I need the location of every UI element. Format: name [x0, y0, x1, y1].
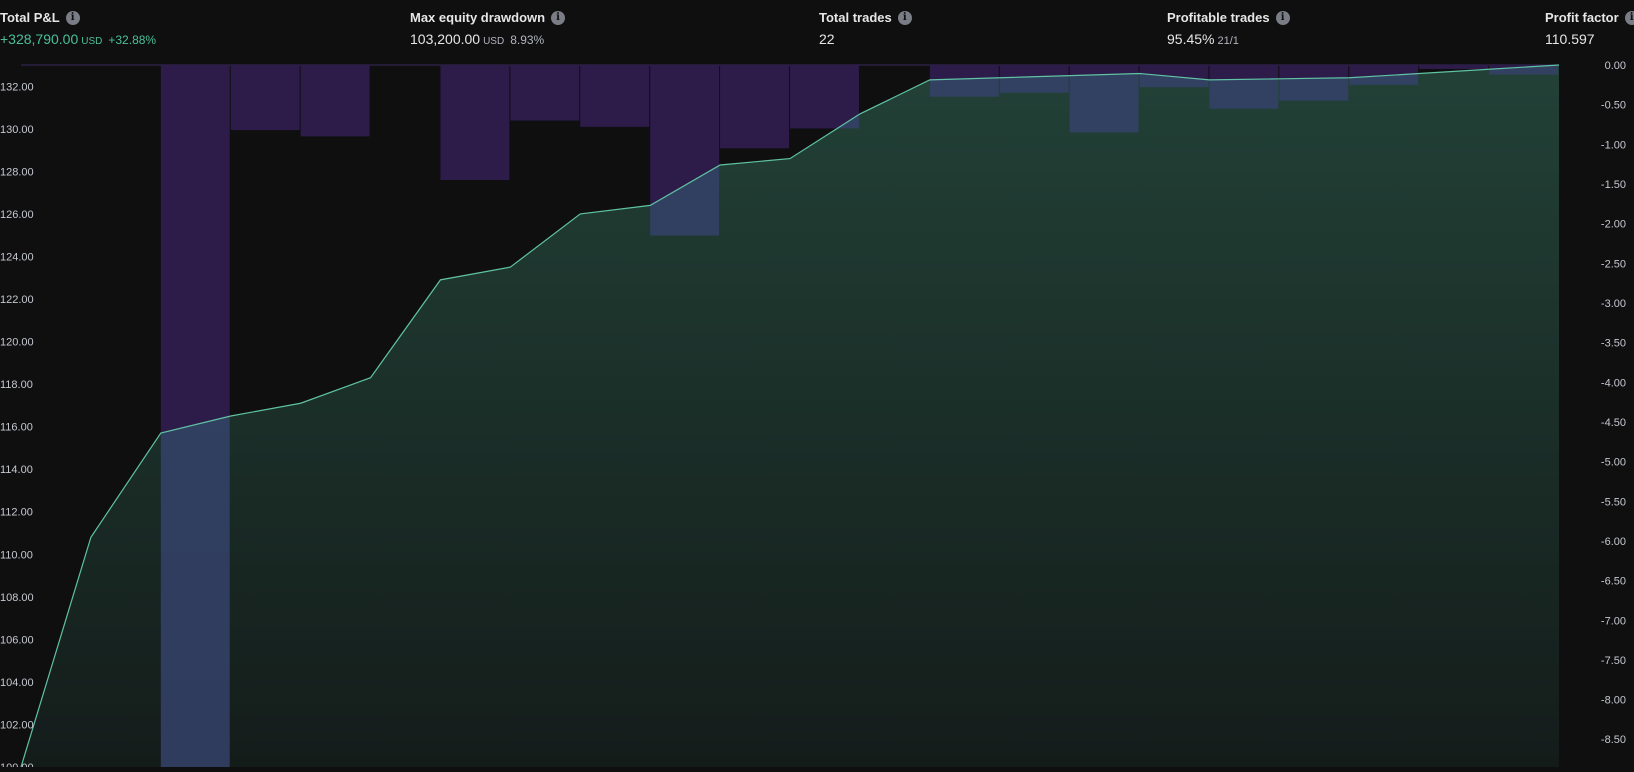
right-axis-tick: -0.50 — [1601, 100, 1626, 112]
left-axis-tick: 102.00 — [0, 719, 34, 731]
equity-chart-svg: 132.00 130.00 128.00 126.00 124.00 122.00 120.… — [0, 60, 1626, 772]
left-axis-tick: 110.00 — [0, 549, 33, 561]
metric-title: Profitable trades — [1167, 10, 1270, 25]
right-axis-tick: -2.50 — [1601, 258, 1626, 270]
metric-pct: +32.88% — [108, 33, 157, 47]
right-axis-tick: -6.00 — [1601, 536, 1626, 548]
metric-value: 95.45% — [1167, 31, 1215, 47]
right-axis: 0.00 -0.50 -1.00 -1.50 -2.00 -2.50 -3.00 -3.50 -… — [1601, 60, 1626, 746]
drawdown-bar — [720, 65, 789, 149]
metric-value: 103,200.00 — [410, 31, 481, 47]
drawdown-bar — [580, 65, 650, 127]
metric-title: Total trades — [819, 10, 892, 25]
left-axis-tick: 128.00 — [0, 166, 34, 178]
left-axis: 132.00 130.00 128.00 126.00 124.00 122.00 120.… — [0, 81, 34, 772]
left-axis-tick: 106.00 — [0, 634, 34, 646]
left-axis-tick: 116.00 — [0, 422, 33, 434]
metric-profit-factor: Profit factor i 110.597 — [1545, 10, 1634, 47]
right-axis-tick: -2.00 — [1601, 219, 1626, 231]
left-axis-tick: 126.00 — [0, 209, 34, 221]
summary-header: Total P&L i +328,790.00 USD +32.88% Max eq… — [0, 0, 1634, 58]
drawdown-bar — [300, 65, 370, 137]
right-axis-tick: -6.50 — [1601, 576, 1626, 588]
metric-value: 22 — [819, 31, 835, 47]
left-axis-tick: 124.00 — [0, 251, 34, 263]
right-axis-tick: -8.00 — [1601, 695, 1626, 707]
left-axis-tick: 120.00 — [0, 337, 34, 349]
metric-value: +328,790.00 — [0, 31, 79, 47]
left-axis-tick: 122.00 — [0, 294, 34, 306]
right-axis-tick: -3.50 — [1601, 338, 1626, 350]
metric-total-trades: Total trades i 22 — [819, 10, 912, 47]
metric-title: Max equity drawdown — [410, 10, 546, 25]
left-axis-tick: 118.00 — [0, 379, 33, 391]
left-axis-tick: 114.00 — [0, 464, 33, 476]
left-axis-tick: 100.00 — [0, 762, 34, 767]
left-axis-tick: 132.00 — [0, 81, 34, 93]
info-icon[interactable]: i — [65, 10, 80, 25]
right-axis-tick: -1.00 — [1601, 139, 1626, 151]
drawdown-bar — [440, 65, 510, 181]
metric-profitable-trades: Profitable trades i 95.45% 21/1 — [1167, 10, 1290, 47]
left-axis-tick: 108.00 — [0, 592, 34, 604]
drawdown-bar — [510, 65, 580, 121]
right-axis-tick: -4.00 — [1601, 377, 1626, 389]
equity-area — [21, 65, 1559, 767]
metric-unit: USD — [81, 36, 103, 47]
right-axis-tick: -4.50 — [1601, 417, 1626, 429]
info-icon[interactable]: i — [897, 10, 912, 25]
drawdown-bar — [1419, 65, 1489, 69]
equity-chart[interactable]: 132.00 130.00 128.00 126.00 124.00 122.00 120.… — [0, 58, 1634, 772]
drawdown-bar — [790, 65, 859, 129]
metric-title: Total P&L — [0, 10, 60, 25]
metric-unit: USD — [483, 36, 505, 47]
info-icon[interactable]: i — [1624, 10, 1634, 25]
drawdown-bar — [230, 65, 300, 131]
right-axis-tick: -5.00 — [1601, 457, 1626, 469]
metric-max-drawdown: Max equity drawdown i 103,200.00 USD 8.93% — [410, 10, 566, 47]
right-axis-tick: -7.00 — [1601, 615, 1626, 627]
metric-title: Profit factor — [1545, 10, 1619, 25]
left-axis-tick: 130.00 — [0, 124, 34, 136]
right-axis-tick: -7.50 — [1601, 655, 1626, 667]
metric-pct: 8.93% — [510, 33, 545, 47]
right-axis-tick: -3.00 — [1601, 298, 1626, 310]
metric-value: 110.597 — [1545, 31, 1595, 47]
right-axis-tick: 0.00 — [1605, 60, 1626, 72]
metric-ratio: 21/1 — [1217, 35, 1239, 47]
metric-total-pnl: Total P&L i +328,790.00 USD +32.88% — [0, 10, 156, 47]
right-axis-tick: -8.50 — [1601, 734, 1626, 746]
right-axis-tick: -5.50 — [1601, 496, 1626, 508]
info-icon[interactable]: i — [1275, 10, 1290, 25]
info-icon[interactable]: i — [551, 10, 566, 25]
equity-area-fill — [21, 65, 1559, 767]
left-axis-tick: 112.00 — [0, 507, 33, 519]
left-axis-tick: 104.00 — [0, 677, 34, 689]
right-axis-tick: -1.50 — [1601, 179, 1626, 191]
